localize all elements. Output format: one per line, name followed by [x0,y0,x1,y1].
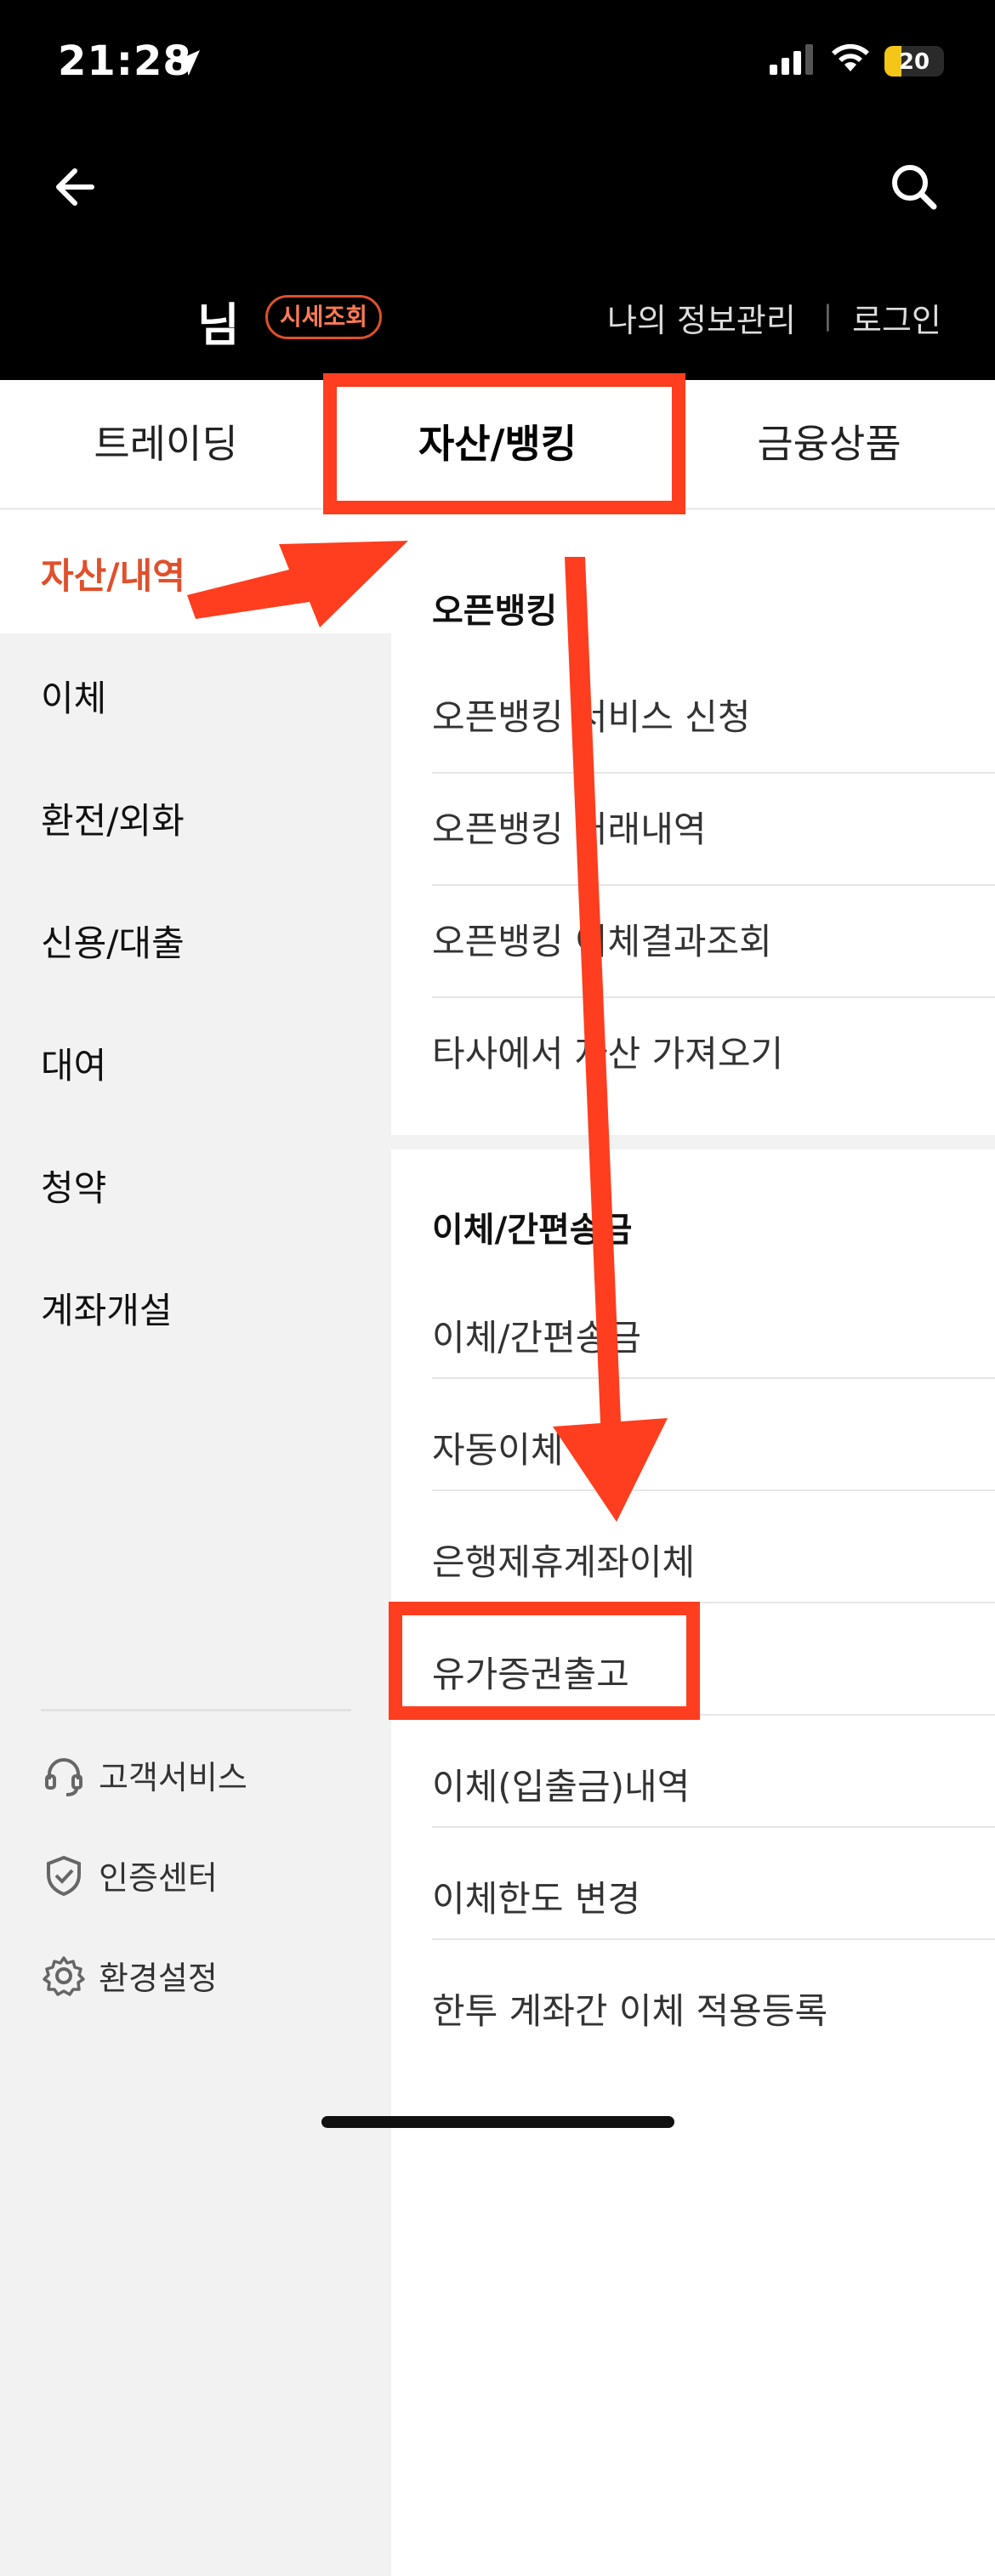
menu-divider [432,1377,995,1379]
menu-panel: 오픈뱅킹 오픈뱅킹 서비스 신청 오픈뱅킹 거래내역 오픈뱅킹 이체결과조회 타… [391,510,995,2576]
menu-divider [432,996,995,998]
menu-item[interactable]: 자동이체 [432,1421,995,1473]
sidebar-item-account-opening[interactable]: 계좌개설 [41,1282,173,1334]
menu-item[interactable]: 한투 계좌간 이체 적용등록 [432,1983,995,2034]
menu-item-securities-withdrawal[interactable]: 유가증권출고 [432,1646,995,1698]
category-tabs: 트레이딩 자산/뱅킹 금융상품 [0,380,995,511]
price-lookup-badge[interactable]: 시세조회 [265,295,383,339]
tab-assets-banking[interactable]: 자산/뱅킹 [332,380,663,508]
menu-divider [432,1938,995,1940]
back-arrow-icon[interactable] [48,157,107,217]
settings-link[interactable]: 환경설정 [41,1952,218,1999]
shield-icon [47,1855,81,1896]
user-name: 님 [197,298,240,352]
login-link[interactable]: 로그인 [852,294,941,341]
sidebar-item-lending[interactable]: 대여 [41,1037,106,1089]
auth-center-link[interactable]: 인증센터 [41,1852,218,1898]
menu-item[interactable]: 오픈뱅킹 서비스 신청 [432,689,995,740]
menu-divider [432,1826,995,1828]
sidebar-divider [41,1709,351,1711]
search-icon[interactable] [884,157,944,217]
location-arrow-icon [174,50,200,76]
battery-indicator: 20 [884,46,944,77]
gear-icon [43,1955,85,1996]
auth-center-label: 인증센터 [99,1859,218,1897]
cellular-signal-icon [770,44,813,75]
app-header: 21:28 20 님 시세조회 나의 정보관리 | 로그인 [0,0,995,380]
section-open-banking: 오픈뱅킹 오픈뱅킹 서비스 신청 오픈뱅킹 거래내역 오픈뱅킹 이체결과조회 타… [391,510,995,1135]
menu-item[interactable]: 오픈뱅킹 이체결과조회 [432,913,995,965]
menu-divider [432,884,995,886]
headset-icon [45,1757,82,1796]
section-title: 이체/간편송금 [432,1211,633,1250]
battery-level: 20 [898,49,930,75]
menu-divider [432,1489,995,1491]
home-indicator [321,2116,674,2128]
menu-divider [432,1714,995,1716]
sidebar-item-transfer[interactable]: 이체 [41,670,106,722]
section-title: 오픈뱅킹 [432,592,558,631]
settings-label: 환경설정 [99,1960,218,1997]
customer-service-link[interactable]: 고객서비스 [41,1751,247,1798]
wifi-icon [832,43,869,71]
menu-item[interactable]: 이체한도 변경 [432,1870,995,1922]
menu-divider [432,1602,995,1603]
tab-financial-products[interactable]: 금융상품 [663,380,995,508]
header-divider: | [823,299,833,332]
menu-item[interactable]: 은행제휴계좌이체 [432,1534,995,1586]
my-info-link[interactable]: 나의 정보관리 [607,294,796,341]
sidebar-item-credit-loan[interactable]: 신용/대출 [41,915,185,967]
menu-item[interactable]: 타사에서 자산 가져오기 [432,1025,995,1077]
menu-item[interactable]: 이체/간편송금 [432,1309,995,1361]
sidebar-item-assets-history[interactable]: 자산/내역 [41,548,185,599]
sidebar-item-subscription[interactable]: 청약 [41,1160,106,1211]
sidebar: 자산/내역 이체 환전/외화 신용/대출 대여 청약 계좌개설 고객서비스 인증… [0,510,391,2153]
menu-divider [432,772,995,774]
tab-trading[interactable]: 트레이딩 [0,380,332,508]
menu-item[interactable]: 오픈뱅킹 거래내역 [432,801,995,853]
sidebar-item-exchange[interactable]: 환전/외화 [41,792,185,844]
section-transfer: 이체/간편송금 이체/간편송금 자동이체 은행제휴계좌이체 유가증권출고 이체(… [391,1149,995,2576]
menu-item[interactable]: 이체(입출금)내역 [432,1758,995,1810]
customer-service-label: 고객서비스 [99,1759,247,1796]
